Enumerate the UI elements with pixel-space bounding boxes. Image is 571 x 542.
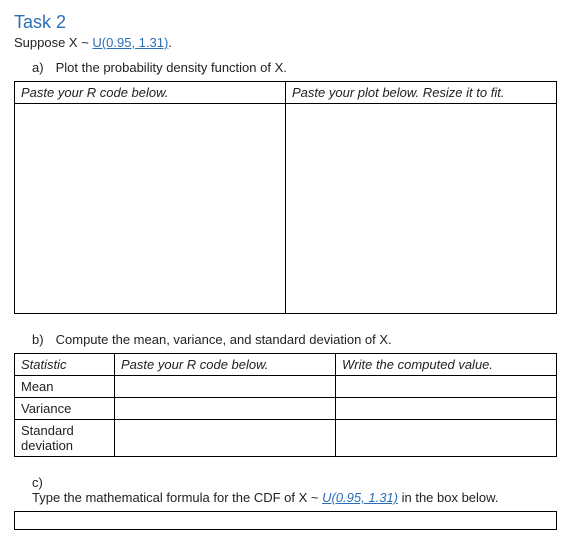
table-a-header-left: Paste your R code below. [15,82,286,104]
task-title: Task 2 [14,12,557,33]
table-row: Mean [15,376,557,398]
item-a: a) Plot the probability density function… [32,60,557,75]
stat-name: Standard deviation [15,420,115,457]
table-a-header-right: Paste your plot below. Resize it to fit. [286,82,557,104]
item-b-text: Compute the mean, variance, and standard… [56,332,392,347]
stat-value-cell[interactable] [336,398,557,420]
table-b: Statistic Paste your R code below. Write… [14,353,557,457]
stat-value-cell[interactable] [336,420,557,457]
item-c-prefix: Type the mathematical formula for the CD… [32,490,322,505]
item-c-label: c) [32,475,52,490]
distribution-link[interactable]: U(0.95, 1.31) [92,35,168,50]
table-row: Variance [15,398,557,420]
table-b-col2: Paste your R code below. [115,354,336,376]
table-c-answer-cell[interactable] [15,512,557,530]
item-a-text: Plot the probability density function of… [56,60,287,75]
suppose-line: Suppose X ~ U(0.95, 1.31). [14,35,557,50]
table-c [14,511,557,530]
suppose-suffix: . [168,35,172,50]
item-c-suffix: in the box below. [398,490,498,505]
stat-code-cell[interactable] [115,398,336,420]
stat-code-cell[interactable] [115,420,336,457]
item-c: c) Type the mathematical formula for the… [32,475,557,505]
stat-name: Mean [15,376,115,398]
table-a-plot-cell[interactable] [286,104,557,314]
stat-value-cell[interactable] [336,376,557,398]
stat-name: Variance [15,398,115,420]
item-c-dist-link[interactable]: U(0.95, 1.31) [322,490,398,505]
item-b-label: b) [32,332,52,347]
table-a-code-cell[interactable] [15,104,286,314]
stat-code-cell[interactable] [115,376,336,398]
item-a-label: a) [32,60,52,75]
suppose-prefix: Suppose X ~ [14,35,92,50]
item-b: b) Compute the mean, variance, and stand… [32,332,557,347]
table-b-col1: Statistic [15,354,115,376]
table-a: Paste your R code below. Paste your plot… [14,81,557,314]
table-b-col3: Write the computed value. [336,354,557,376]
table-row: Standard deviation [15,420,557,457]
